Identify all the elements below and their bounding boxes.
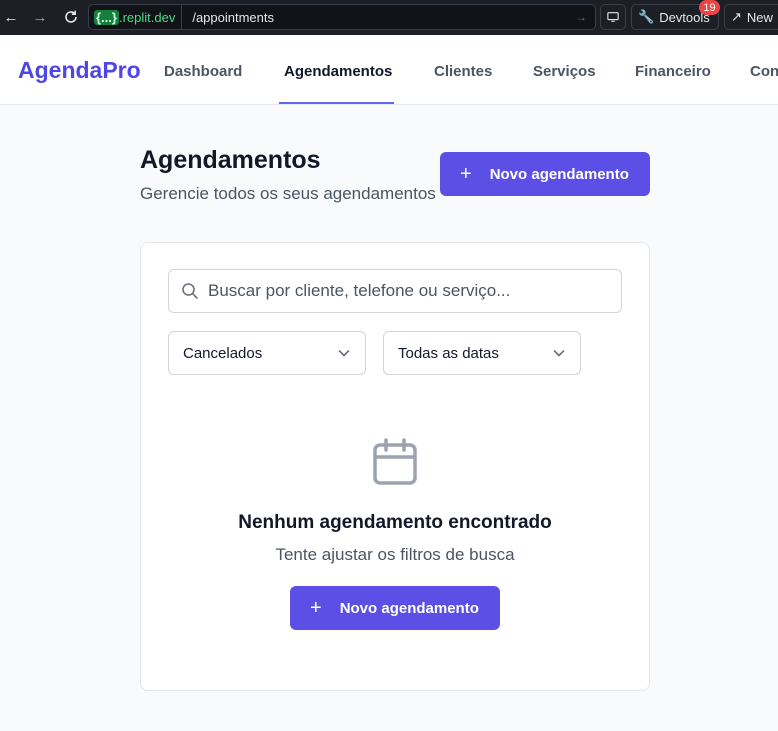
active-nav-indicator bbox=[279, 102, 394, 104]
new-tab-label: New bbox=[746, 9, 773, 25]
search-icon bbox=[182, 283, 198, 299]
screen-icon[interactable] bbox=[600, 4, 626, 30]
chevron-down-icon bbox=[338, 350, 350, 357]
app-logo[interactable]: AgendaPro bbox=[18, 57, 141, 84]
plus-icon: + bbox=[460, 163, 472, 185]
nav-item-servicos[interactable]: Serviços bbox=[533, 63, 596, 80]
empty-state-button-label: Novo agendamento bbox=[339, 599, 479, 617]
external-link-icon: ↗ bbox=[731, 9, 742, 24]
new-appointment-button[interactable]: + Novo agendamento bbox=[440, 152, 650, 196]
empty-state-title: Nenhum agendamento encontrado bbox=[238, 512, 552, 533]
plus-icon: + bbox=[310, 597, 322, 619]
url-path[interactable]: /appointments bbox=[182, 10, 575, 25]
calendar-icon bbox=[373, 438, 417, 485]
nav-item-agendamentos[interactable]: Agendamentos bbox=[284, 63, 392, 80]
go-arrow-icon[interactable]: → bbox=[575, 10, 595, 24]
empty-state-new-appointment-button[interactable]: + Novo agendamento bbox=[290, 586, 500, 630]
forward-arrow-icon[interactable]: → bbox=[29, 6, 51, 28]
status-filter-value: Cancelados bbox=[183, 344, 263, 362]
browser-toolbar: ← → {...} .replit.dev /appointments → 🔧 D… bbox=[0, 0, 778, 35]
back-arrow-icon[interactable]: ← bbox=[0, 6, 22, 28]
address-bar[interactable]: {...} .replit.dev /appointments → bbox=[88, 4, 596, 30]
empty-state-subtitle: Tente ajustar os filtros de busca bbox=[275, 545, 515, 564]
new-tab-button[interactable]: ↗ New bbox=[724, 4, 778, 30]
url-host: {...} .replit.dev bbox=[89, 5, 183, 29]
page-title: Agendamentos bbox=[140, 146, 321, 174]
new-appointment-label: Novo agendamento bbox=[489, 165, 629, 183]
nav-item-dashboard[interactable]: Dashboard bbox=[164, 63, 242, 80]
status-filter-select[interactable]: Cancelados bbox=[168, 331, 366, 375]
date-filter-value: Todas as datas bbox=[398, 344, 499, 362]
reload-icon[interactable] bbox=[60, 6, 82, 28]
wrench-icon: 🔧 bbox=[638, 9, 655, 24]
nav-item-clientes[interactable]: Clientes bbox=[434, 63, 492, 80]
search-input[interactable] bbox=[208, 281, 608, 301]
nav-item-configuracoes[interactable]: Con bbox=[750, 63, 778, 80]
chevron-down-icon bbox=[553, 350, 565, 357]
search-field[interactable] bbox=[168, 269, 622, 313]
devtools-badge: 19 bbox=[699, 0, 720, 15]
page-subtitle: Gerencie todos os seus agendamentos bbox=[140, 184, 436, 203]
url-host-domain: .replit.dev bbox=[118, 9, 176, 25]
date-filter-select[interactable]: Todas as datas bbox=[383, 331, 581, 375]
url-host-badge: {...} bbox=[94, 9, 119, 25]
app-header: AgendaPro Dashboard Agendamentos Cliente… bbox=[0, 35, 778, 105]
nav-item-financeiro[interactable]: Financeiro bbox=[635, 63, 711, 80]
